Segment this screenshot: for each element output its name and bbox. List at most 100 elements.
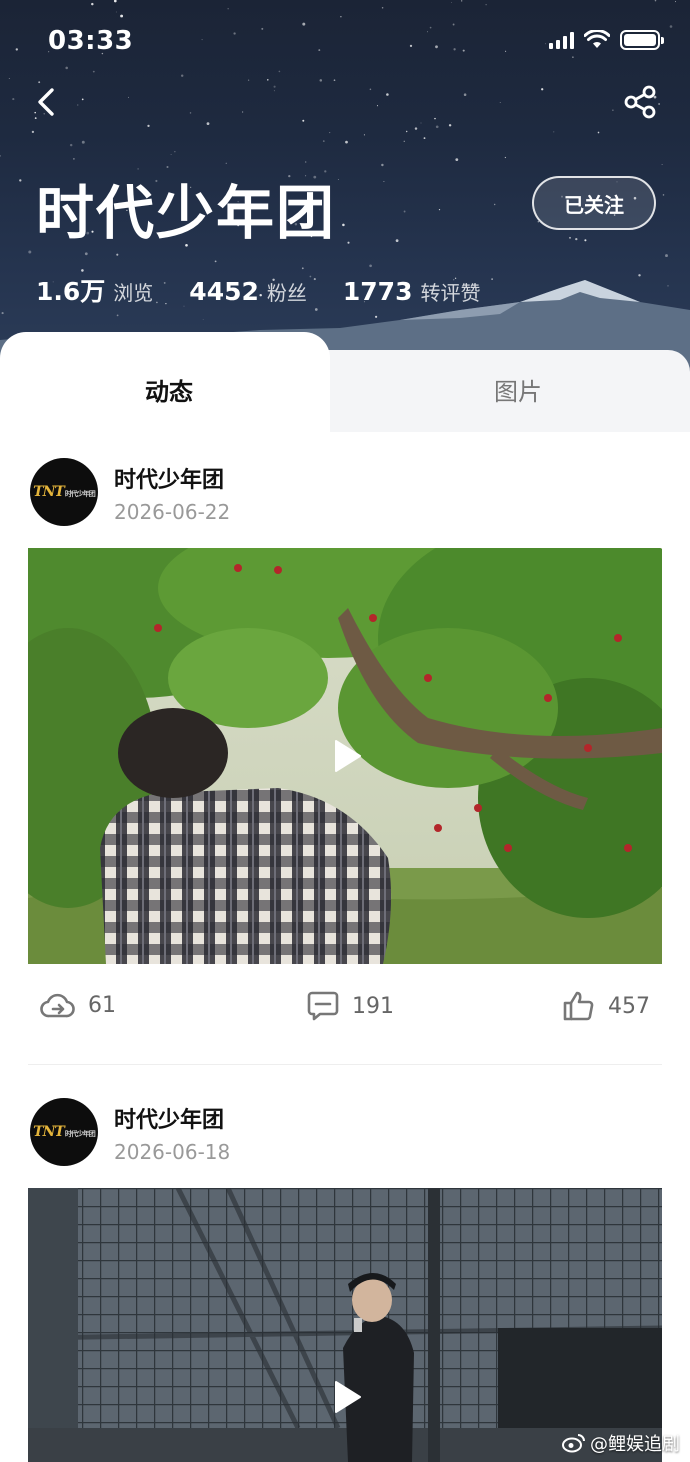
share-icon[interactable] bbox=[622, 84, 658, 120]
video-thumbnail-stage bbox=[28, 1188, 662, 1462]
play-icon[interactable] bbox=[330, 739, 364, 773]
stat-value: 1.6万 bbox=[36, 277, 106, 306]
star bbox=[584, 239, 587, 242]
stat-value: 4452 bbox=[189, 277, 259, 306]
star bbox=[206, 122, 210, 125]
star bbox=[73, 158, 75, 160]
weibo-logo-icon bbox=[562, 1434, 585, 1453]
star bbox=[638, 274, 641, 277]
post-video[interactable] bbox=[28, 548, 662, 964]
star bbox=[423, 137, 426, 140]
avatar[interactable]: TNT时代少年团 bbox=[30, 458, 98, 526]
star bbox=[448, 124, 452, 127]
star bbox=[347, 241, 350, 244]
repost-count: 61 bbox=[88, 992, 116, 1018]
star bbox=[225, 162, 227, 164]
post-video[interactable] bbox=[28, 1188, 662, 1462]
star bbox=[376, 105, 379, 107]
cloud-repost-icon bbox=[40, 993, 75, 1018]
star bbox=[504, 156, 507, 159]
star bbox=[463, 93, 467, 96]
star bbox=[116, 253, 119, 256]
star bbox=[0, 155, 1, 157]
star bbox=[494, 203, 496, 206]
star bbox=[147, 124, 150, 128]
back-arrow-icon[interactable] bbox=[30, 84, 66, 120]
post-actions: 61 191 457 bbox=[0, 990, 690, 1040]
wifi-icon bbox=[584, 30, 610, 48]
post-date: 2026-06-22 bbox=[114, 500, 231, 524]
weibo-watermark: @鲤娱追剧 bbox=[562, 1430, 680, 1456]
star bbox=[403, 140, 405, 142]
tab-dynamic[interactable]: 动态 bbox=[145, 372, 193, 407]
post-date: 2026-06-18 bbox=[114, 1140, 231, 1164]
post-author[interactable]: 时代少年团 bbox=[114, 462, 224, 494]
star bbox=[369, 88, 372, 91]
status-bar: 03:33 bbox=[0, 0, 690, 84]
star bbox=[405, 130, 408, 133]
profile-stats: 1.6万 浏览 4452 粉丝 1773 转评赞 bbox=[36, 272, 516, 308]
star bbox=[305, 161, 307, 163]
star bbox=[658, 103, 660, 105]
star bbox=[301, 267, 304, 270]
play-icon[interactable] bbox=[330, 1380, 364, 1414]
tab-photos[interactable]: 图片 bbox=[494, 372, 542, 407]
stat-fans: 4452 粉丝 bbox=[189, 277, 307, 306]
star bbox=[434, 117, 436, 120]
like-count: 457 bbox=[608, 993, 650, 1019]
star bbox=[438, 208, 441, 211]
page-title: 时代少年团 bbox=[36, 179, 337, 247]
stat-label: 转评赞 bbox=[420, 281, 481, 305]
star bbox=[174, 151, 176, 153]
stat-views: 1.6万 浏览 bbox=[36, 272, 153, 308]
star bbox=[435, 125, 439, 129]
star bbox=[189, 112, 192, 114]
stat-label: 粉丝 bbox=[266, 281, 307, 305]
star bbox=[342, 223, 345, 227]
star bbox=[345, 140, 348, 144]
avatar[interactable]: TNT时代少年团 bbox=[30, 1098, 98, 1166]
comment-count: 191 bbox=[352, 993, 394, 1019]
star bbox=[569, 236, 571, 239]
avatar-logo: TNT时代少年团 bbox=[33, 484, 96, 500]
star bbox=[31, 130, 35, 134]
star bbox=[369, 264, 372, 268]
status-icons bbox=[549, 30, 664, 50]
star bbox=[499, 101, 501, 103]
star bbox=[77, 104, 79, 106]
repost-button[interactable]: 61 bbox=[40, 990, 116, 1020]
thumbs-up-icon bbox=[563, 991, 594, 1021]
stat-engagement: 1773 转评赞 bbox=[343, 277, 481, 306]
star bbox=[329, 132, 331, 134]
star bbox=[81, 98, 84, 101]
post-author[interactable]: 时代少年团 bbox=[114, 1102, 224, 1134]
star bbox=[420, 122, 422, 124]
star bbox=[383, 180, 385, 183]
comment-button[interactable]: 191 bbox=[306, 990, 394, 1022]
star bbox=[81, 140, 85, 144]
star bbox=[662, 194, 665, 196]
star bbox=[575, 237, 578, 241]
following-button[interactable]: 已关注 bbox=[532, 176, 656, 230]
star bbox=[28, 250, 32, 254]
star bbox=[322, 140, 325, 142]
star bbox=[661, 164, 663, 166]
profile-header: 03:33 时代少年团 已关注 1.6万 浏览 4452 粉丝 1773 转评赞 bbox=[0, 0, 690, 380]
cellular-signal-icon bbox=[549, 31, 574, 49]
stat-value: 1773 bbox=[342, 277, 413, 306]
star bbox=[273, 90, 275, 92]
star bbox=[302, 119, 305, 122]
star bbox=[403, 210, 406, 213]
star bbox=[84, 252, 88, 256]
star bbox=[386, 93, 389, 96]
status-time: 03:33 bbox=[48, 26, 134, 56]
comment-icon bbox=[307, 991, 339, 1021]
post-divider bbox=[28, 1064, 662, 1065]
battery-icon bbox=[620, 30, 664, 50]
star bbox=[455, 158, 459, 162]
star bbox=[363, 134, 365, 136]
star bbox=[541, 88, 544, 91]
tab-bar: 动态 图片 bbox=[0, 332, 690, 432]
star bbox=[337, 178, 339, 181]
like-button[interactable]: 457 bbox=[562, 990, 650, 1022]
